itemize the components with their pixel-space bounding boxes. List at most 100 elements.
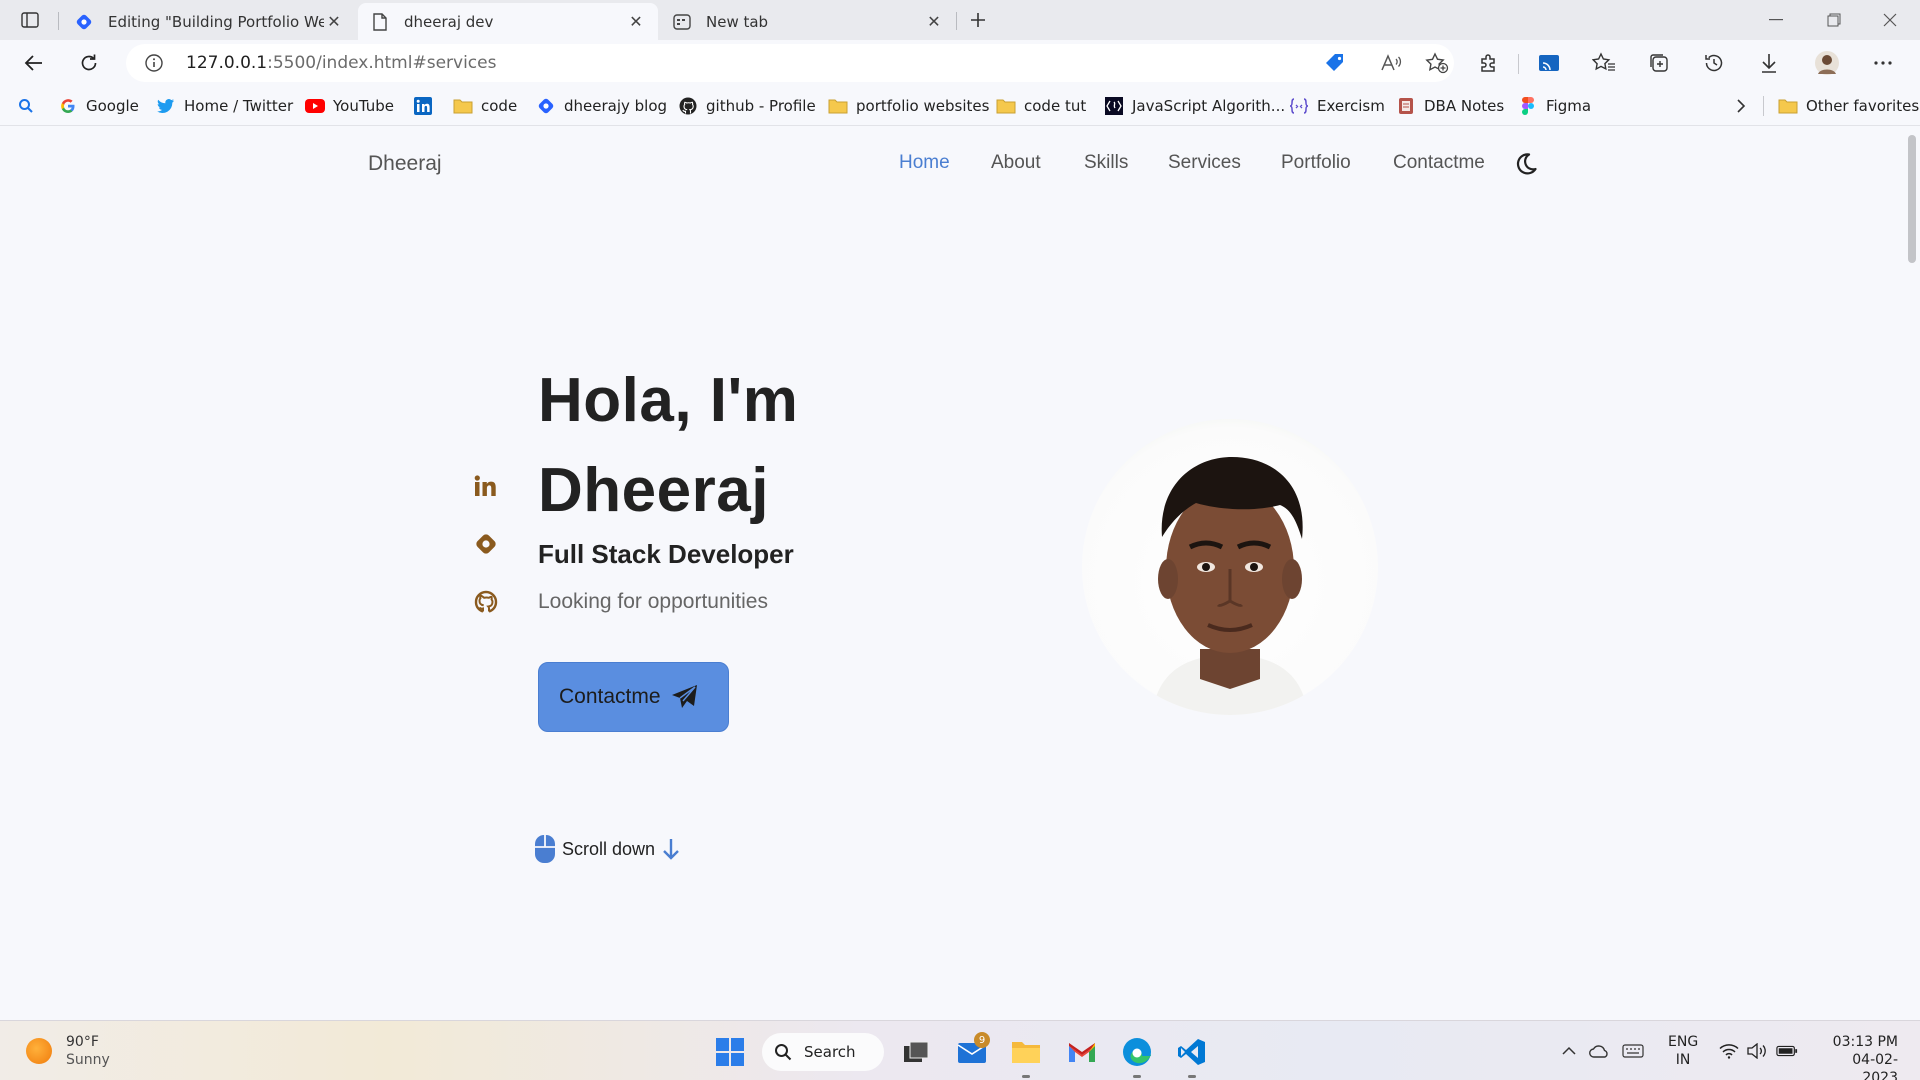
favorites-search-button[interactable] [18, 95, 34, 117]
back-button[interactable] [17, 47, 51, 79]
url-path: :5500/index.html#services [267, 53, 497, 73]
bookmark-label: Figma [1546, 97, 1592, 115]
mail-app[interactable]: 9 [952, 1032, 992, 1072]
history-button[interactable] [1697, 47, 1731, 79]
task-view-button[interactable] [896, 1032, 936, 1072]
bookmark-folder-code-tut[interactable]: code tut [996, 95, 1086, 117]
shopping-tag-icon[interactable] [1322, 51, 1348, 75]
page-scrollbar[interactable] [1904, 127, 1920, 1020]
volume-icon[interactable] [1746, 1041, 1768, 1061]
send-plane-icon [671, 684, 699, 710]
task-view-icon [904, 1041, 929, 1062]
bookmark-javascript-algorithms[interactable]: JavaScript Algorith... [1104, 95, 1285, 117]
system-clock[interactable]: 03:13 PM 04-02-2023 [1818, 1033, 1898, 1080]
close-tab-icon[interactable]: ✕ [924, 12, 944, 32]
bookmark-folder-code[interactable]: code [453, 95, 517, 117]
weather-widget[interactable]: 90°F Sunny [26, 1033, 110, 1069]
site-logo[interactable]: Dheeraj [368, 152, 442, 176]
file-explorer-app[interactable] [1006, 1032, 1046, 1078]
hashnode-icon [536, 96, 556, 116]
linkedin-link[interactable] [472, 472, 500, 500]
bookmark-dba-notes[interactable]: DBA Notes [1396, 95, 1504, 117]
weather-temp: 90°F [66, 1034, 99, 1050]
bookmark-figma[interactable]: Figma [1518, 95, 1591, 117]
region-code: IN [1675, 1052, 1691, 1068]
tab-editing[interactable]: Editing "Building Portfolio Website ✕ [62, 3, 356, 40]
taskbar-search[interactable]: Search [762, 1033, 884, 1071]
bookmark-other-favorites[interactable]: Other favorites [1778, 95, 1919, 117]
nav-skills[interactable]: Skills [1084, 152, 1128, 174]
bookmark-github[interactable]: github - Profile [678, 95, 816, 117]
site-info-icon[interactable] [144, 53, 164, 77]
restore-button[interactable] [1806, 0, 1862, 40]
plus-icon [971, 13, 985, 27]
show-hidden-icons[interactable] [1558, 1041, 1580, 1061]
minimize-button[interactable] [1748, 0, 1804, 40]
vscode-app[interactable] [1172, 1032, 1212, 1078]
exercism-icon [1289, 96, 1309, 116]
edge-browser-app[interactable] [1117, 1032, 1157, 1078]
folder-icon [996, 96, 1016, 116]
nav-contactme[interactable]: Contactme [1393, 152, 1485, 174]
bookmark-twitter[interactable]: Home / Twitter [156, 95, 293, 117]
scrollbar-thumb[interactable] [1908, 135, 1916, 263]
extensions-button[interactable] [1472, 47, 1506, 79]
keyboard-icon[interactable] [1622, 1041, 1644, 1061]
bookmark-label: Other favorites [1806, 97, 1920, 115]
browser-toolbar: 127.0.0.1:5500/index.html#services [0, 40, 1920, 86]
downloads-button[interactable] [1752, 47, 1786, 79]
close-window-button[interactable] [1862, 0, 1918, 40]
tab-strip: Editing "Building Portfolio Website ✕ dh… [0, 0, 1920, 40]
bookmark-folder-portfolio-websites[interactable]: portfolio websites [828, 95, 989, 117]
start-button[interactable] [710, 1032, 750, 1072]
gmail-app[interactable] [1062, 1032, 1102, 1072]
bookmark-youtube[interactable]: YouTube [305, 95, 394, 117]
bookmark-google[interactable]: Google [58, 95, 139, 117]
running-indicator [1188, 1075, 1196, 1078]
add-favorite-icon[interactable] [1424, 51, 1450, 75]
scroll-down-link[interactable]: Scroll down [534, 834, 681, 864]
new-tab-button[interactable] [962, 6, 994, 34]
hashnode-link[interactable] [472, 530, 500, 558]
dark-mode-moon-icon[interactable] [1514, 152, 1538, 176]
address-bar[interactable]: 127.0.0.1:5500/index.html#services [126, 44, 1454, 82]
nav-about[interactable]: About [991, 152, 1041, 174]
battery-icon[interactable] [1776, 1041, 1798, 1061]
github-link[interactable] [472, 588, 500, 616]
wifi-icon[interactable] [1718, 1041, 1740, 1061]
windows-logo-icon [716, 1038, 744, 1066]
puzzle-icon [1481, 54, 1495, 72]
favorites-button[interactable] [1587, 47, 1621, 79]
bookmark-label: dheerajy blog [564, 97, 668, 115]
cast-extension-button[interactable] [1532, 47, 1566, 79]
read-aloud-icon[interactable] [1378, 51, 1404, 75]
collections-button[interactable] [1642, 47, 1676, 79]
nav-home[interactable]: Home [899, 152, 950, 174]
bookmark-label: portfolio websites [856, 97, 990, 115]
nav-services[interactable]: Services [1168, 152, 1241, 174]
contactme-button[interactable]: Contactme [538, 662, 729, 732]
close-tab-icon[interactable]: ✕ [626, 12, 646, 32]
profile-button[interactable] [1810, 47, 1844, 79]
settings-more-button[interactable] [1866, 47, 1900, 79]
bookmark-dheerajy-blog[interactable]: dheerajy blog [536, 95, 667, 117]
tab-dheeraj-dev[interactable]: dheeraj dev ✕ [358, 3, 658, 40]
tab-actions-button[interactable] [14, 8, 46, 32]
folder-icon [1778, 96, 1798, 116]
github-icon [474, 590, 498, 613]
nav-portfolio[interactable]: Portfolio [1281, 152, 1351, 174]
onedrive-icon[interactable] [1588, 1041, 1610, 1061]
bookmark-linkedin[interactable] [413, 95, 441, 117]
taskbar-search-label: Search [804, 1043, 856, 1061]
more-bookmarks-button[interactable] [1736, 95, 1746, 117]
language-indicator[interactable]: ENG IN [1668, 1033, 1698, 1069]
bookmark-exercism[interactable]: Exercism [1289, 95, 1385, 117]
hero-description: Looking for opportunities [538, 590, 768, 613]
close-tab-icon[interactable]: ✕ [324, 12, 344, 32]
reload-button[interactable] [72, 47, 106, 79]
linkedin-icon [474, 475, 496, 496]
tab-title: dheeraj dev [404, 12, 494, 31]
cast-icon [1539, 55, 1559, 71]
minimize-icon [1769, 19, 1783, 21]
tab-new[interactable]: New tab ✕ [660, 3, 956, 40]
